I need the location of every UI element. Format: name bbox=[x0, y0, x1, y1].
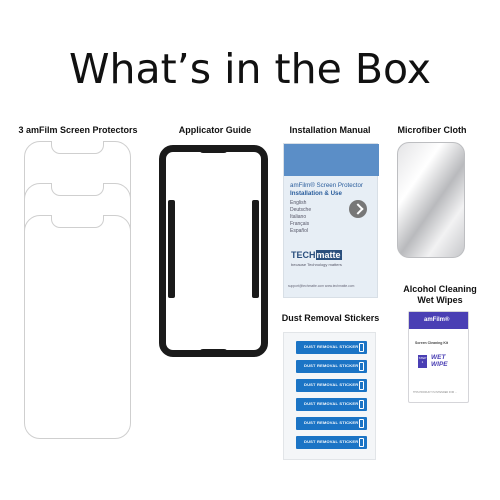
wipes-label-line1: Alcohol Cleaning bbox=[403, 284, 477, 294]
protector-notch bbox=[51, 215, 104, 228]
wipe-title-line2: WIPE bbox=[431, 360, 448, 368]
bottle-icon bbox=[359, 419, 364, 428]
microfiber-cloth bbox=[397, 142, 465, 258]
dust-sticker-text: DUST REMOVAL STICKER bbox=[304, 420, 359, 425]
applicator-label: Applicator Guide bbox=[178, 125, 252, 135]
dust-sticker: DUST REMOVAL STICKER bbox=[296, 360, 367, 373]
language-item: Italiano bbox=[290, 214, 307, 220]
bottle-icon bbox=[359, 438, 364, 447]
applicator-guide bbox=[159, 145, 268, 357]
amfilm-logo: amFilm® bbox=[424, 317, 450, 323]
cloth-label: Microfiber Cloth bbox=[397, 125, 467, 135]
language-item: Français bbox=[290, 221, 310, 227]
manual-label: Installation Manual bbox=[289, 125, 371, 135]
wet-wipe-packet: amFilm® Screen Cleaning Kit STEP 1 WET W… bbox=[408, 311, 469, 403]
language-item: Español bbox=[290, 228, 309, 234]
dust-sticker: DUST REMOVAL STICKER bbox=[296, 341, 367, 354]
installation-manual: amFilm® Screen Protector Installation & … bbox=[283, 143, 379, 298]
dust-sticker-text: DUST REMOVAL STICKER bbox=[304, 344, 359, 349]
protector-notch bbox=[51, 141, 104, 154]
bottle-icon bbox=[359, 400, 364, 409]
applicator-left-bar bbox=[168, 200, 175, 298]
wipe-title: WET WIPE bbox=[431, 354, 448, 368]
manual-heading-brand: amFilm® Screen Protector bbox=[290, 182, 363, 189]
applicator-bottom-tab bbox=[199, 349, 228, 357]
manual-header-stripe bbox=[284, 144, 379, 176]
manual-footer: support@techmatte.com www.techmatte.com bbox=[288, 284, 355, 288]
dust-label: Dust Removal Stickers bbox=[281, 313, 380, 323]
dust-sticker-text: DUST REMOVAL STICKER bbox=[304, 382, 359, 387]
bottle-icon bbox=[359, 343, 364, 352]
techmatte-logo: TECHmatte bbox=[291, 250, 342, 260]
chevron-right-icon bbox=[349, 200, 367, 218]
dust-sticker-text: DUST REMOVAL STICKER bbox=[304, 401, 359, 406]
dust-sticker-sheet: DUST REMOVAL STICKER DUST REMOVAL STICKE… bbox=[283, 332, 376, 460]
wipe-step-badge: STEP 1 bbox=[418, 355, 427, 368]
applicator-right-bar bbox=[252, 200, 259, 298]
manual-languages: English Deutsche Italiano Français Españ… bbox=[290, 200, 311, 235]
screen-protector-3 bbox=[24, 215, 131, 439]
manual-heading-sub: Installation & Use bbox=[290, 189, 342, 197]
dust-sticker: DUST REMOVAL STICKER bbox=[296, 379, 367, 392]
dust-sticker: DUST REMOVAL STICKER bbox=[296, 398, 367, 411]
wipe-kit-text: Screen Cleaning Kit bbox=[415, 341, 449, 345]
page-title: What’s in the Box bbox=[68, 45, 432, 93]
dust-sticker: DUST REMOVAL STICKER bbox=[296, 436, 367, 449]
dust-sticker-text: DUST REMOVAL STICKER bbox=[304, 439, 359, 444]
dust-sticker: DUST REMOVAL STICKER bbox=[296, 417, 367, 430]
wipes-label-line2: Wet Wipes bbox=[417, 295, 463, 305]
brand-tagline: because Technology matters bbox=[291, 262, 342, 267]
manual-heading: amFilm® Screen Protector Installation & … bbox=[290, 182, 376, 197]
dust-sticker-text: DUST REMOVAL STICKER bbox=[304, 363, 359, 368]
bottle-icon bbox=[359, 381, 364, 390]
language-item: English bbox=[290, 200, 307, 206]
wipe-fine-print: THIS PRODUCT IS INTENDED FOR ... bbox=[413, 391, 457, 394]
applicator-top-tab bbox=[199, 145, 228, 153]
language-item: Deutsche bbox=[290, 207, 312, 213]
brand-part-b: matte bbox=[315, 250, 342, 260]
protector-notch bbox=[51, 183, 104, 196]
bottle-icon bbox=[359, 362, 364, 371]
protectors-label: 3 amFilm Screen Protectors bbox=[18, 125, 138, 135]
brand-part-a: TECH bbox=[291, 250, 316, 260]
